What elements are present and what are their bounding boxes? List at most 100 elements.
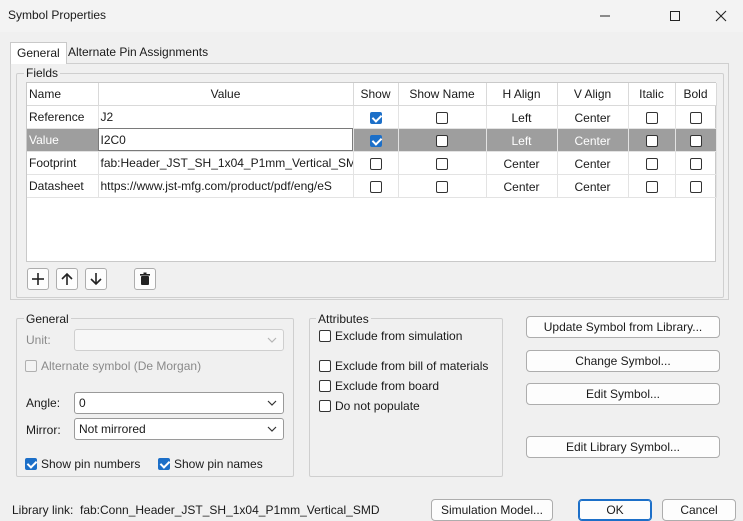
show-checkbox[interactable] [369, 135, 382, 148]
field-value-cell[interactable]: J2 [98, 105, 354, 129]
simulation-model-button[interactable]: Simulation Model... [431, 499, 553, 521]
show-name-cell[interactable] [398, 128, 487, 152]
italic-checkbox[interactable] [645, 112, 658, 125]
show-pin-numbers-checkbox[interactable]: Show pin numbers [25, 457, 140, 471]
column-header-value[interactable]: Value [98, 83, 354, 106]
alternate-symbol-checkbox[interactable]: Alternate symbol (De Morgan) [25, 359, 201, 373]
exclude-simulation-checkbox[interactable]: Exclude from simulation [319, 329, 462, 343]
mirror-value: Not mirrored [79, 422, 146, 436]
ok-button[interactable]: OK [578, 499, 652, 521]
update-symbol-button[interactable]: Update Symbol from Library... [526, 316, 720, 338]
add-field-button[interactable] [27, 268, 49, 290]
field-name-cell[interactable]: Datasheet [27, 174, 99, 198]
field-value-cell[interactable]: I2C0 [98, 128, 354, 152]
move-up-button[interactable] [56, 268, 78, 290]
table-row[interactable]: Datasheet https://www.jst-mfg.com/product… [27, 174, 717, 198]
tab-alternate-pin-assignments[interactable]: Alternate Pin Assignments [62, 42, 214, 63]
italic-checkbox[interactable] [645, 181, 658, 194]
change-symbol-button[interactable]: Change Symbol... [526, 350, 720, 372]
chevron-down-icon [267, 337, 277, 343]
italic-cell[interactable] [628, 151, 676, 175]
bold-cell[interactable] [675, 151, 717, 175]
bold-checkbox[interactable] [689, 135, 702, 148]
move-down-button[interactable] [85, 268, 107, 290]
general-group-label: General [24, 312, 71, 326]
italic-cell[interactable] [628, 174, 676, 198]
field-name-cell[interactable]: Footprint [27, 151, 99, 175]
minimize-button[interactable] [582, 0, 628, 32]
show-name-cell[interactable] [398, 151, 487, 175]
v-align-cell[interactable]: Center [557, 128, 629, 152]
field-name-cell[interactable]: Reference [27, 105, 99, 129]
exclude-simulation-label: Exclude from simulation [335, 329, 463, 343]
column-header-show-name[interactable]: Show Name [398, 83, 487, 106]
library-link-label: Library link: [12, 503, 74, 517]
show-pin-numbers-box [25, 458, 37, 470]
exclude-board-checkbox[interactable]: Exclude from board [319, 379, 439, 393]
maximize-icon [670, 11, 680, 21]
italic-cell[interactable] [628, 105, 676, 129]
v-align-cell[interactable]: Center [557, 151, 629, 175]
field-value-cell[interactable]: fab:Header_JST_SH_1x04_P1mm_Vertical_SMD [98, 151, 354, 175]
unit-select[interactable] [74, 329, 284, 351]
v-align-cell[interactable]: Center [557, 174, 629, 198]
plus-icon [32, 273, 44, 285]
column-header-italic[interactable]: Italic [628, 83, 676, 106]
show-name-cell[interactable] [398, 174, 487, 198]
h-align-cell[interactable]: Center [486, 174, 558, 198]
column-header-v-align[interactable]: V Align [557, 83, 629, 106]
close-button[interactable] [698, 0, 743, 32]
bold-cell[interactable] [675, 128, 717, 152]
show-checkbox[interactable] [369, 112, 382, 125]
table-row[interactable]: Value I2C0 Left Center [27, 128, 717, 152]
bold-checkbox[interactable] [689, 112, 702, 125]
show-cell[interactable] [353, 128, 399, 152]
h-align-cell[interactable]: Left [486, 105, 558, 129]
show-cell[interactable] [353, 174, 399, 198]
do-not-populate-checkbox[interactable]: Do not populate [319, 399, 420, 413]
show-cell[interactable] [353, 105, 399, 129]
maximize-button[interactable] [652, 0, 698, 32]
column-header-h-align[interactable]: H Align [486, 83, 558, 106]
italic-checkbox[interactable] [645, 158, 658, 171]
attributes-group-label: Attributes [316, 312, 371, 326]
table-row[interactable]: Footprint fab:Header_JST_SH_1x04_P1mm_Ver… [27, 151, 717, 175]
column-header-show[interactable]: Show [353, 83, 399, 106]
field-value-cell[interactable]: https://www.jst-mfg.com/product/pdf/eng/… [98, 174, 354, 198]
show-name-checkbox[interactable] [436, 158, 448, 171]
show-name-cell[interactable] [398, 105, 487, 129]
show-pin-names-checkbox[interactable]: Show pin names [158, 457, 263, 471]
show-cell[interactable] [353, 151, 399, 175]
bold-checkbox[interactable] [689, 181, 702, 194]
h-align-cell[interactable]: Center [486, 151, 558, 175]
show-name-checkbox[interactable] [436, 112, 448, 125]
grid-header-row: Name Value Show Show Name H Align V Alig… [27, 83, 717, 106]
mirror-select[interactable]: Not mirrored [74, 418, 284, 440]
table-row[interactable]: Reference J2 Left Center [27, 105, 717, 129]
edit-symbol-button[interactable]: Edit Symbol... [526, 383, 720, 405]
column-header-bold[interactable]: Bold [675, 83, 717, 106]
field-name-cell[interactable]: Value [27, 128, 99, 152]
exclude-bom-label: Exclude from bill of materials [335, 359, 489, 373]
italic-checkbox[interactable] [645, 135, 658, 148]
tab-general[interactable]: General [10, 42, 67, 64]
exclude-bom-checkbox[interactable]: Exclude from bill of materials [319, 359, 488, 373]
bold-checkbox[interactable] [689, 158, 702, 171]
h-align-cell[interactable]: Left [486, 128, 558, 152]
show-pin-numbers-label: Show pin numbers [41, 457, 141, 471]
cancel-button[interactable]: Cancel [662, 499, 736, 521]
show-checkbox[interactable] [369, 181, 382, 194]
bold-cell[interactable] [675, 105, 717, 129]
show-checkbox[interactable] [369, 158, 382, 171]
angle-select[interactable]: 0 [74, 392, 284, 414]
edit-library-symbol-button[interactable]: Edit Library Symbol... [526, 436, 720, 458]
chevron-down-icon [267, 400, 277, 406]
fields-grid[interactable]: Name Value Show Show Name H Align V Alig… [26, 82, 717, 262]
bold-cell[interactable] [675, 174, 717, 198]
italic-cell[interactable] [628, 128, 676, 152]
show-name-checkbox[interactable] [436, 135, 448, 148]
v-align-cell[interactable]: Center [557, 105, 629, 129]
show-name-checkbox[interactable] [436, 181, 448, 194]
delete-field-button[interactable] [134, 268, 156, 290]
column-header-name[interactable]: Name [27, 83, 99, 106]
